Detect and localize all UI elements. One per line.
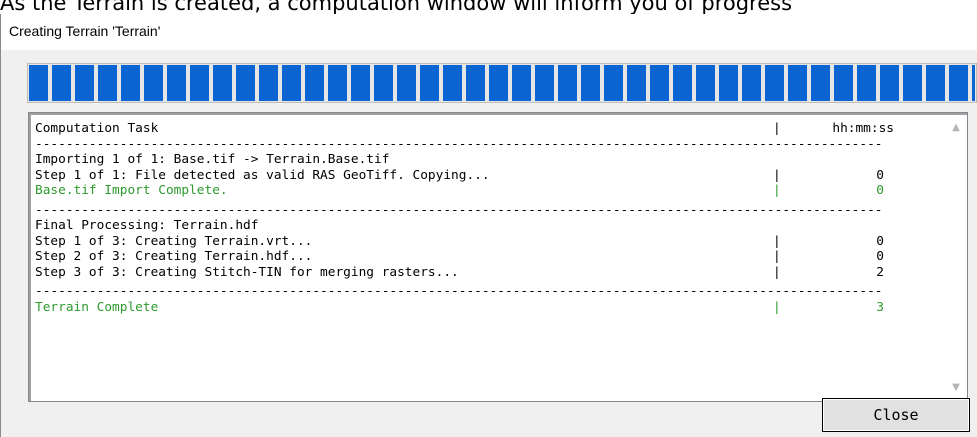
log-line-task: Step 1 of 1: File detected as valid RAS … [35, 167, 490, 183]
window-title: Creating Terrain 'Terrain' [9, 23, 161, 39]
log-separator: ----------------------------------------… [35, 137, 940, 153]
log-separator: ----------------------------------------… [35, 203, 940, 219]
log-line-pipe: | [773, 167, 781, 183]
log-line-task: Importing 1 of 1: Base.tif -> Terrain.Ba… [35, 152, 390, 167]
log-line-time: 0 [876, 167, 884, 183]
log-line-task: Terrain Complete [35, 299, 159, 315]
chevron-down-icon[interactable]: ▼ [945, 377, 967, 399]
log-lines: Computation Task | hh:mm:ss ------------… [35, 121, 940, 315]
log-line-task: Step 3 of 3: Creating Stitch-TIN for mer… [35, 264, 459, 280]
log-line-pipe: | [773, 183, 781, 198]
close-button[interactable]: Close [822, 398, 970, 432]
header-task-label: Computation Task [35, 121, 159, 136]
log-line-time: 0 [876, 233, 884, 249]
log-line-pipe: | [773, 299, 781, 315]
log-line: Step 3 of 3: Creating Stitch-TIN for mer… [35, 265, 940, 281]
title-bar[interactable]: Creating Terrain 'Terrain' [1, 14, 977, 50]
computation-log[interactable]: Computation Task | hh:mm:ss ------------… [28, 112, 968, 402]
log-line: Base.tif Import Complete. | 0 [35, 183, 940, 199]
log-line-pipe: | [773, 233, 781, 249]
log-line: Step 2 of 3: Creating Terrain.hdf... | 0 [35, 249, 940, 265]
page-caption: As the Terrain is created, a computation… [0, 0, 793, 14]
log-line-task: Step 2 of 3: Creating Terrain.hdf... [35, 249, 313, 264]
progress-fill [29, 65, 975, 101]
log-line: Terrain Complete | 3 [35, 300, 940, 316]
log-line: Step 1 of 1: File detected as valid RAS … [35, 168, 940, 184]
log-line: Step 1 of 3: Creating Terrain.vrt... | 0 [35, 234, 940, 250]
log-line-pipe: | [773, 264, 781, 280]
computation-window: Creating Terrain 'Terrain' Computation T… [0, 14, 977, 437]
log-line-task: Final Processing: Terrain.hdf [35, 218, 259, 233]
log-line-time: 2 [876, 264, 884, 280]
chevron-up-icon[interactable]: ▲ [945, 117, 967, 139]
log-line-task: Base.tif Import Complete. [35, 183, 228, 198]
log-line: Final Processing: Terrain.hdf [35, 218, 940, 234]
log-separator: ----------------------------------------… [35, 284, 940, 300]
separator-dashes: ----------------------------------------… [35, 136, 881, 152]
progress-bar [27, 63, 977, 103]
log-line-time: 3 [876, 299, 884, 315]
log-line-task: Step 1 of 3: Creating Terrain.vrt... [35, 233, 313, 249]
log-line-time: 0 [876, 249, 884, 264]
vertical-scrollbar[interactable]: ▲ ▼ [945, 115, 967, 401]
log-line-pipe: | [773, 249, 781, 264]
log-line: Importing 1 of 1: Base.tif -> Terrain.Ba… [35, 152, 940, 168]
header-pipe: | [773, 121, 781, 136]
header-time-label: hh:mm:ss [832, 121, 894, 136]
log-header: Computation Task | hh:mm:ss [35, 121, 940, 137]
separator-dashes: ----------------------------------------… [35, 284, 881, 299]
separator-dashes: ----------------------------------------… [35, 202, 881, 218]
log-line-time: 0 [876, 183, 884, 198]
